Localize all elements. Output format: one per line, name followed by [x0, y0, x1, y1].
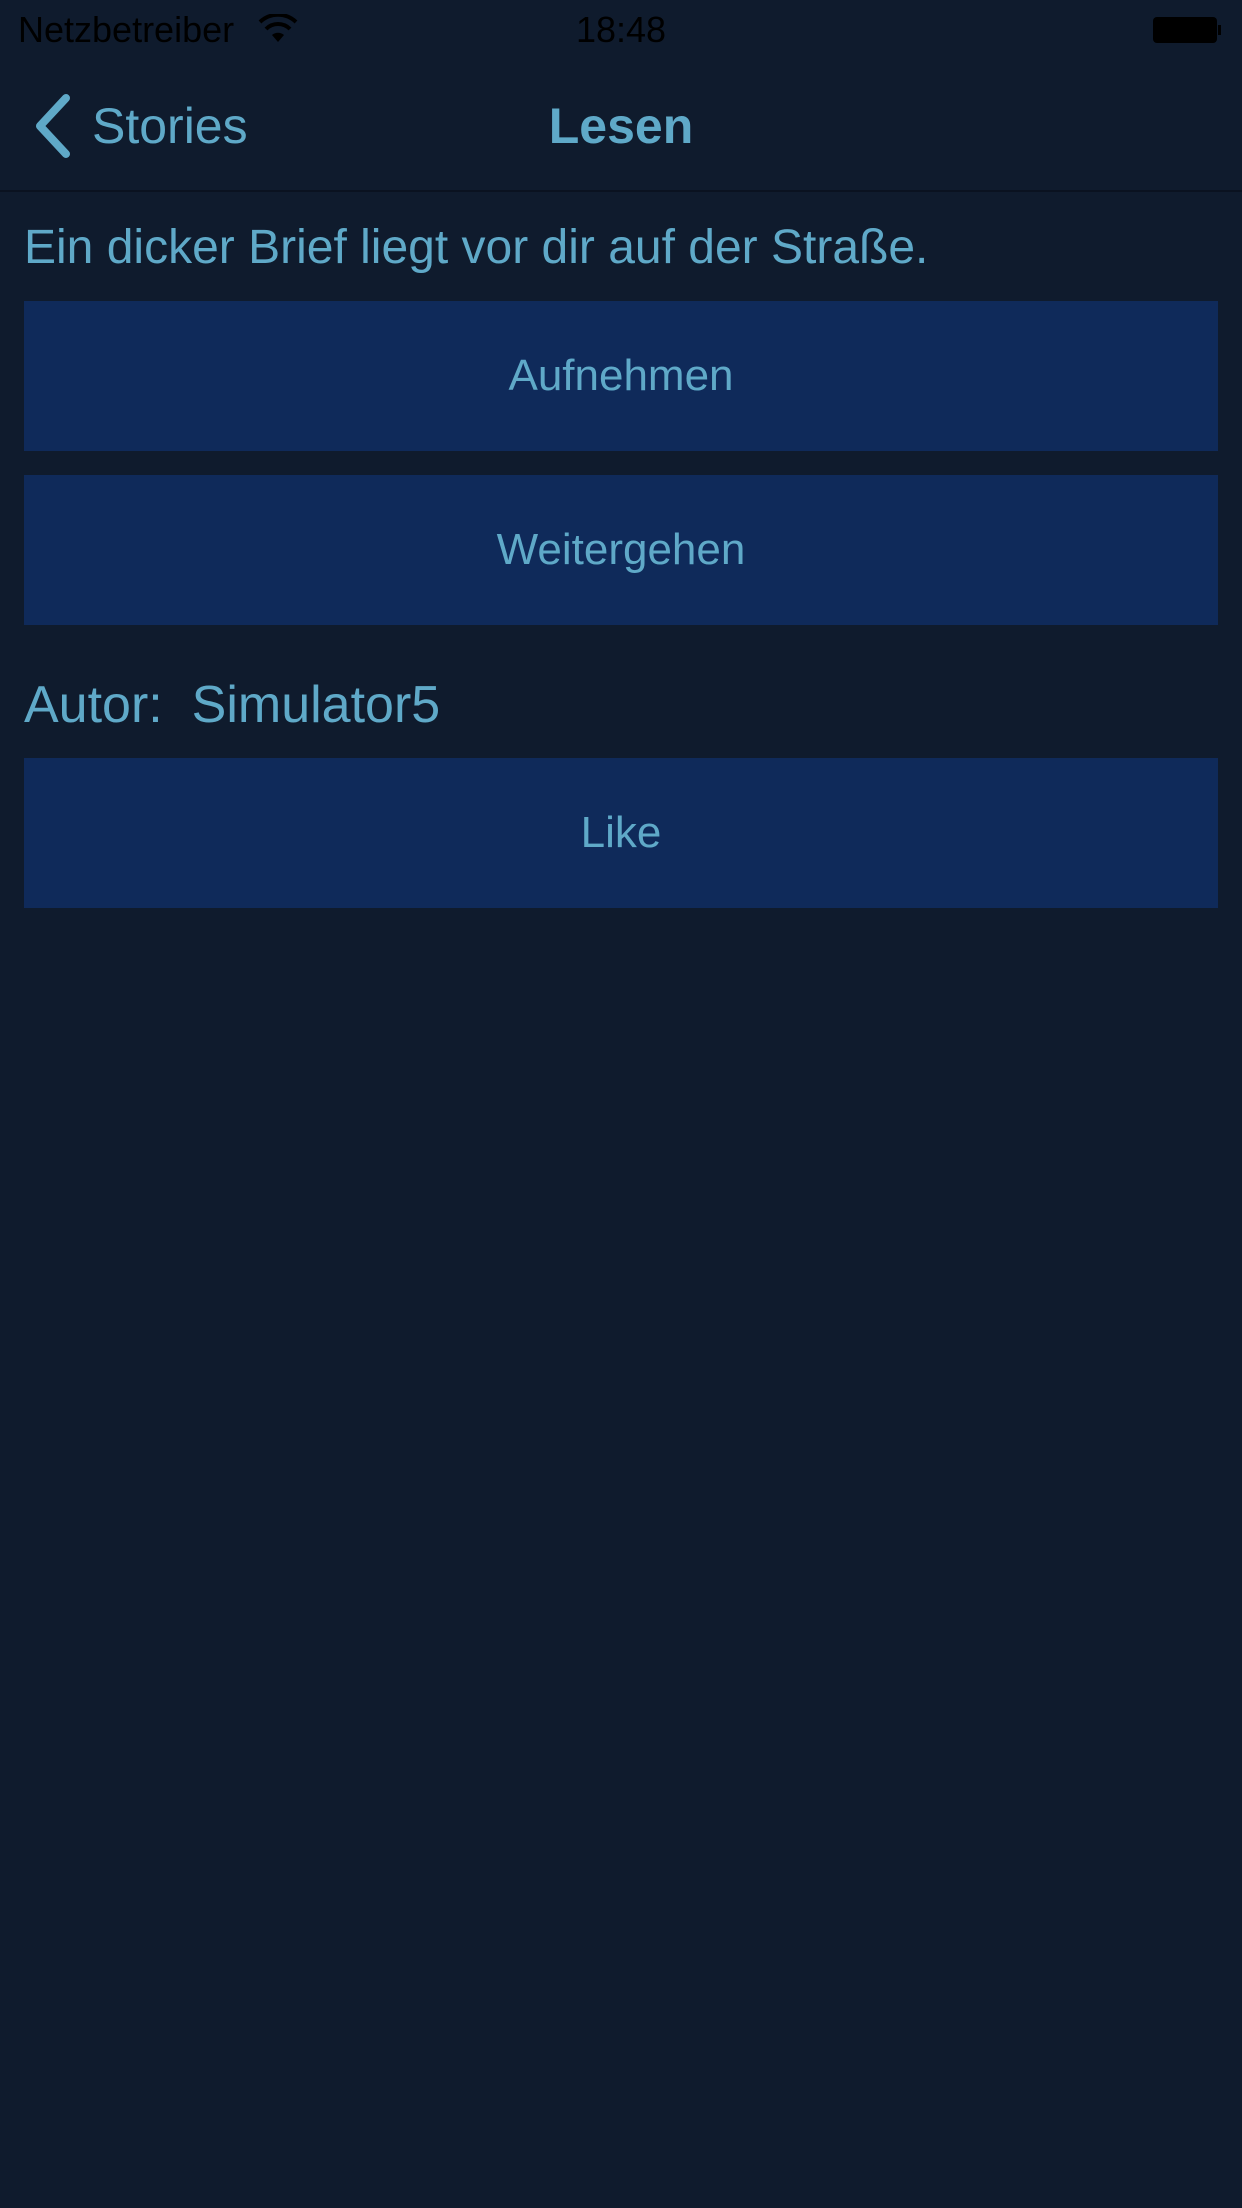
choice-button-weitergehen[interactable]: Weitergehen — [24, 475, 1218, 625]
battery-icon — [1153, 17, 1221, 43]
author-label: Autor: — [24, 676, 163, 734]
author-row: Autor: Simulator5 — [24, 670, 440, 740]
page-title: Lesen — [548, 98, 694, 154]
status-time: 18:48 — [575, 9, 667, 50]
story-text: Ein dicker Brief liegt vor dir auf der S… — [24, 221, 929, 274]
like-button-label: Like — [580, 808, 662, 857]
navigation-bar: Stories Lesen — [0, 60, 1242, 192]
status-bar: Netzbetreiber 18:48 — [0, 0, 1242, 60]
choice-button-aufnehmen[interactable]: Aufnehmen — [24, 301, 1218, 451]
author-name: Simulator5 — [191, 676, 441, 734]
screen: Netzbetreiber 18:48 Stories Lesen Ein di… — [0, 0, 1242, 2208]
choice-button-label: Weitergehen — [496, 525, 746, 574]
like-button[interactable]: Like — [24, 758, 1218, 908]
choice-button-label: Aufnehmen — [508, 351, 734, 400]
